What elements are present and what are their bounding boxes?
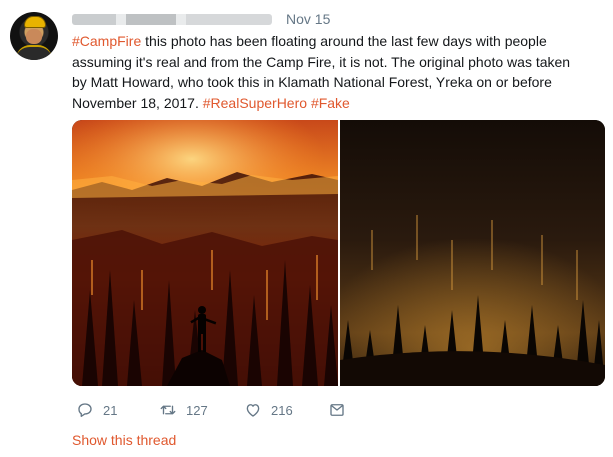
reply-icon (78, 403, 92, 417)
tweet-text-line: November 18, 2017. #RealSuperHero #Fake (72, 93, 602, 114)
tweet-text-segment: November 18, 2017. (72, 94, 203, 111)
avatar[interactable] (10, 12, 58, 60)
reply-count: 21 (103, 402, 118, 418)
direct-message-icon (330, 404, 344, 416)
retweet-button[interactable]: 127 (159, 400, 208, 420)
tweet-text-segment: assuming it's real and from the Camp Fir… (72, 53, 571, 70)
tweet-text-segment: by Matt Howard, who took this in Klamath… (72, 74, 552, 90)
tweet-text-line: by Matt Howard, who took this in Klamath… (72, 72, 602, 93)
like-button[interactable]: 216 (244, 400, 293, 420)
hashtag-link[interactable]: #CampFire (72, 33, 141, 49)
tweet-timestamp[interactable]: Nov 15 (286, 11, 330, 27)
tweet-text: #CampFire this photo has been floating a… (72, 31, 602, 113)
hashtag-link[interactable]: #Fake (311, 95, 350, 111)
retweet-icon (160, 405, 176, 415)
hard-hat-icon (24, 16, 46, 28)
left-photo-fire (72, 120, 338, 386)
hashtag-link[interactable]: #RealSuperHero (203, 95, 307, 111)
right-photo-fire (340, 120, 605, 386)
tweet: Nov 15 #CampFire this photo has been flo… (0, 0, 613, 457)
direct-message-button[interactable] (328, 400, 346, 420)
tweet-text-segment: this photo has been floating around the … (141, 33, 547, 49)
like-icon (246, 404, 260, 417)
tweet-text-line: assuming it's real and from the Camp Fir… (72, 52, 602, 73)
reply-button[interactable]: 21 (76, 400, 117, 420)
retweet-count: 127 (186, 402, 208, 418)
tweet-text-line: #CampFire this photo has been floating a… (72, 31, 602, 52)
redacted-author-name[interactable] (72, 14, 272, 25)
show-thread-link[interactable]: Show this thread (72, 432, 176, 448)
tweet-media[interactable] (72, 120, 605, 386)
like-count: 216 (271, 402, 293, 418)
